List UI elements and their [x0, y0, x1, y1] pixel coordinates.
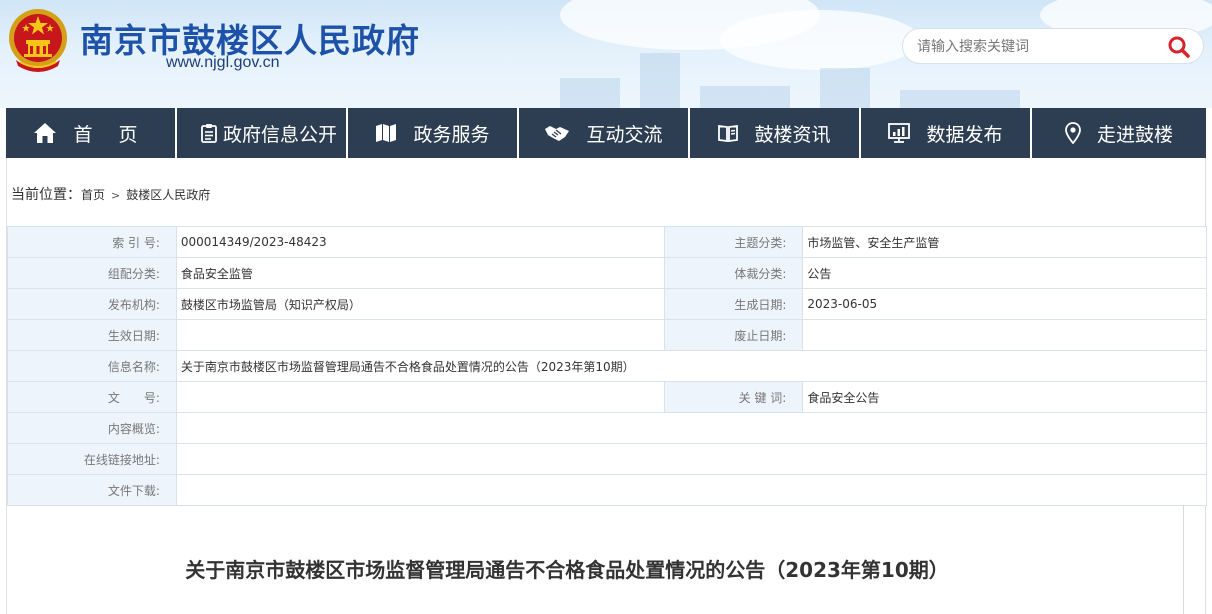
nav-item-label: 互动交流	[586, 123, 663, 146]
nav-item-label: 数据发布	[926, 123, 1003, 146]
table-row: 文 号: 关 键 词: 食品安全公告	[7, 381, 1207, 413]
created-label: 生成日期:	[664, 288, 804, 320]
online-link-value[interactable]	[175, 443, 1208, 475]
table-row: 信息名称: 关于南京市鼓楼区市场监督管理局通告不合格食品处置情况的公告（2023…	[7, 350, 1208, 382]
table-row: 生效日期: 废止日期:	[7, 319, 1207, 351]
home-icon	[34, 123, 57, 143]
table-row: 文件下载:	[7, 474, 1208, 506]
nav-item-home[interactable]: 首 页	[6, 108, 177, 158]
nav-item-label: 政务服务	[413, 123, 490, 146]
header-skyline	[700, 86, 790, 108]
nav-item-label: 鼓楼资讯	[754, 123, 831, 146]
nav-item-label: 走进鼓楼	[1096, 123, 1173, 146]
topic-label: 主题分类:	[664, 226, 804, 258]
index-no-value: 000014349/2023-48423	[175, 226, 666, 258]
online-link-label: 在线链接地址:	[7, 443, 177, 475]
location-pin-icon	[1065, 122, 1081, 144]
keywords-label: 关 键 词:	[664, 381, 804, 413]
document-icon	[201, 124, 217, 143]
table-row: 索 引 号: 000014349/2023-48423 主题分类: 市场监管、安…	[7, 226, 1207, 258]
handshake-icon	[545, 126, 570, 141]
summary-value	[175, 412, 1208, 444]
table-row: 发布机构: 鼓楼区市场监管局（知识产权局） 生成日期: 2023-06-05	[7, 288, 1207, 320]
table-row: 内容概览:	[7, 412, 1208, 444]
file-download-value[interactable]	[175, 474, 1208, 506]
nav-item-interaction[interactable]: 互动交流	[519, 108, 690, 158]
effective-value	[175, 319, 666, 351]
genre-value: 公告	[802, 257, 1207, 289]
header-skyline	[640, 53, 680, 108]
map-icon	[376, 124, 397, 142]
breadcrumb: 当前位置： 首页 > 鼓楼区人民政府	[11, 184, 210, 204]
index-no-label: 索 引 号:	[7, 226, 177, 258]
article-divider	[1183, 505, 1184, 614]
table-row: 在线链接地址:	[7, 443, 1208, 475]
header-skyline	[560, 78, 620, 108]
breadcrumb-label: 当前位置：	[11, 187, 81, 203]
site-header: 南京市鼓楼区人民政府 www.njgl.gov.cn	[0, 0, 1212, 108]
national-emblem-icon	[9, 9, 67, 72]
nav-item-about[interactable]: 走进鼓楼	[1032, 108, 1206, 158]
article-title: 关于南京市鼓楼区市场监督管理局通告不合格食品处置情况的公告（2023年第10期）	[185, 558, 949, 582]
created-value: 2023-06-05	[802, 288, 1207, 320]
doc-no-label: 文 号:	[7, 381, 177, 413]
header-skyline	[900, 90, 1020, 108]
table-row: 组配分类: 食品安全监管 体裁分类: 公告	[7, 257, 1207, 289]
site-url[interactable]: www.njgl.gov.cn	[166, 54, 280, 72]
content-frame: 当前位置： 首页 > 鼓楼区人民政府 索 引 号: 000014349/2023…	[6, 158, 1208, 614]
chart-screen-icon	[888, 123, 911, 143]
publisher-label: 发布机构:	[7, 288, 177, 320]
topic-value: 市场监管、安全生产监管	[802, 226, 1207, 258]
file-download-label: 文件下载:	[7, 474, 177, 506]
breadcrumb-separator: >	[111, 189, 121, 202]
keywords-value: 食品安全公告	[802, 381, 1207, 413]
info-name-value: 关于南京市鼓楼区市场监督管理局通告不合格食品处置情况的公告（2023年第10期）	[175, 350, 1208, 382]
nav-item-services[interactable]: 政务服务	[348, 108, 519, 158]
expire-label: 废止日期:	[664, 319, 804, 351]
breadcrumb-link-district-gov[interactable]: 鼓楼区人民政府	[126, 186, 210, 203]
effective-label: 生效日期:	[7, 319, 177, 351]
doc-no-value	[175, 381, 666, 413]
nav-item-data[interactable]: 数据发布	[861, 108, 1032, 158]
expire-value	[802, 319, 1207, 351]
main-nav: 首 页 政府信息公开 政务服务 互动交流 鼓楼资讯 数据发布 走进鼓楼	[6, 108, 1206, 158]
org-cat-label: 组配分类:	[7, 257, 177, 289]
header-cloud	[720, 10, 920, 70]
breadcrumb-link-home[interactable]: 首页	[81, 186, 105, 203]
info-name-label: 信息名称:	[7, 350, 177, 382]
summary-label: 内容概览:	[7, 412, 177, 444]
nav-item-label: 政府信息公开	[223, 123, 338, 146]
info-meta-table: 索 引 号: 000014349/2023-48423 主题分类: 市场监管、安…	[7, 226, 1208, 506]
search-icon[interactable]	[1167, 35, 1191, 59]
book-icon	[718, 124, 739, 142]
org-cat-value: 食品安全监管	[175, 257, 666, 289]
search-box	[902, 28, 1204, 64]
nav-item-label: 首 页	[73, 123, 148, 146]
nav-item-gov-info[interactable]: 政府信息公开	[177, 108, 348, 158]
header-skyline	[820, 68, 870, 108]
search-input[interactable]	[917, 36, 1157, 58]
publisher-value: 鼓楼区市场监管局（知识产权局）	[175, 288, 666, 320]
nav-item-news[interactable]: 鼓楼资讯	[690, 108, 861, 158]
genre-label: 体裁分类:	[664, 257, 804, 289]
